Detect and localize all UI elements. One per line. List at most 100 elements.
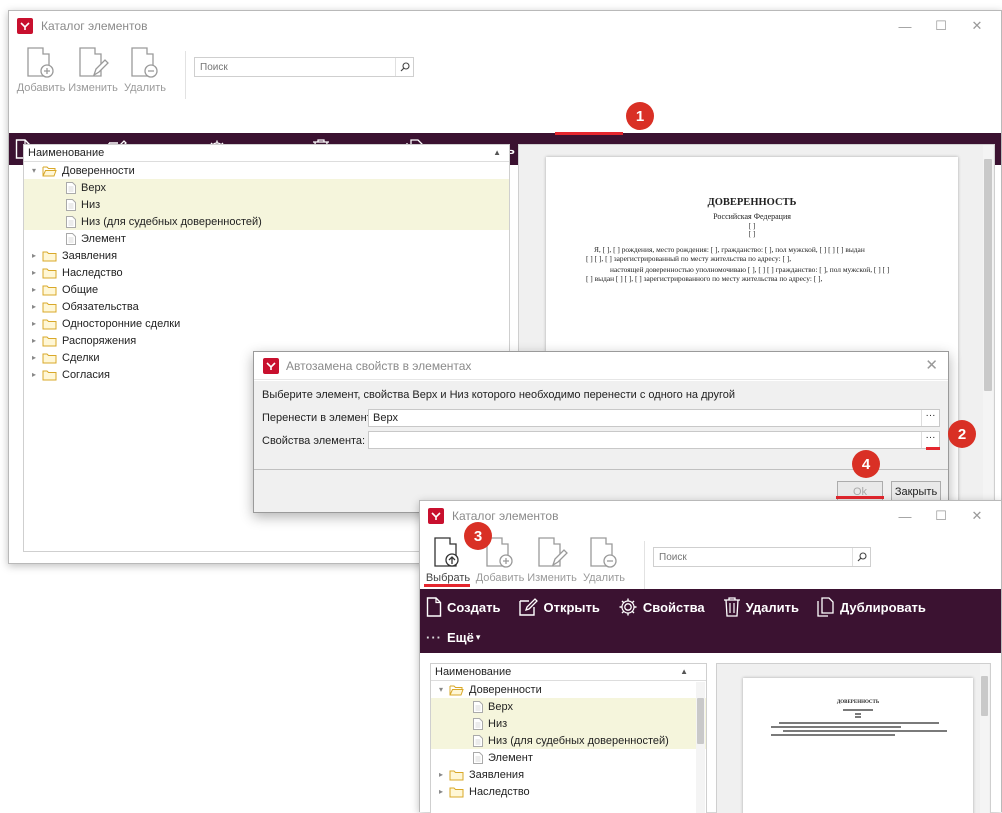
select-search-icon[interactable] (852, 548, 870, 566)
select-tree-item-label: Доверенности (469, 683, 542, 696)
select-doc-icon (434, 537, 459, 567)
preview-scroll-thumb[interactable] (984, 159, 992, 391)
select-create-button[interactable]: Создать (426, 597, 500, 617)
expand-arrow-icon[interactable]: ▸ (28, 285, 40, 294)
folder-icon (449, 769, 464, 781)
tree-item-row[interactable]: ▸ Односторонние сделки (24, 315, 509, 332)
expand-arrow-icon[interactable]: ▸ (28, 353, 40, 362)
collapse-arrow-icon[interactable]: ▾ (435, 685, 447, 694)
select-preview-scroll-thumb[interactable] (981, 676, 988, 716)
document-icon (66, 181, 76, 194)
tree-item-label: Низ (81, 198, 101, 211)
select-duplicate-button[interactable]: Дублировать (817, 597, 926, 617)
select-tree-scroll-thumb[interactable] (697, 698, 704, 744)
select-close-button[interactable]: ✕ (959, 501, 995, 531)
select-sort-arrow-icon: ▲ (680, 667, 688, 676)
select-search-input[interactable] (654, 548, 852, 566)
select-toolbar: Создать Открыть Свойства Удалить Дублиро… (420, 589, 1001, 653)
search-input[interactable] (195, 58, 395, 76)
close-window-button[interactable]: ✕ (959, 11, 995, 41)
tree-item-row[interactable]: ▸ Наследство (24, 264, 509, 281)
select-search-box (653, 547, 871, 567)
select-delete-toolbar-button[interactable]: Удалить (723, 597, 799, 617)
add-label: Добавить (16, 82, 66, 94)
select-open-button[interactable]: Открыть (518, 597, 600, 617)
search-box (194, 57, 414, 77)
dialog-logo-icon (263, 357, 279, 374)
select-tree-item-label: Заявления (469, 768, 525, 781)
tree-item-row[interactable]: Низ (для судебных доверенностей) (24, 213, 509, 230)
delete-ribbon-button[interactable]: Удалить (119, 41, 171, 94)
expand-arrow-icon[interactable]: ▸ (28, 302, 40, 311)
properties-field[interactable]: ··· (368, 431, 940, 449)
select-tree-item-row[interactable]: ▾ Доверенности (431, 681, 706, 698)
folder-icon (42, 352, 57, 364)
edit-button[interactable]: Изменить (67, 41, 119, 94)
select-tree-item-label: Низ (488, 717, 508, 730)
select-tree-item-row[interactable]: Верх (431, 698, 706, 715)
move-to-browse-button[interactable]: ··· (921, 410, 939, 426)
select-tree-item-row[interactable]: Элемент (431, 749, 706, 766)
maximize-button[interactable]: ☐ (923, 11, 959, 41)
select-tree-item-row[interactable]: Низ (для судебных доверенностей) (431, 732, 706, 749)
doc-subtitle: Российская Федерация (713, 212, 791, 221)
tree-item-row[interactable]: ▸ Обязательства (24, 298, 509, 315)
select-preview-scrollbar[interactable] (980, 664, 989, 813)
select-tree-scrollbar[interactable] (696, 682, 705, 813)
document-icon (473, 700, 483, 713)
expand-arrow-icon[interactable]: ▸ (28, 251, 40, 260)
select-tree-item-row[interactable]: ▸ Заявления (431, 766, 706, 783)
tree-item-label: Распоряжения (62, 334, 137, 347)
select-more-button[interactable]: ··· Ещё ▾ (426, 630, 1001, 645)
tree-item-row[interactable]: Элемент (24, 230, 509, 247)
select-window: Каталог элементов — ☐ ✕ Выбрать Добавить… (419, 500, 1002, 813)
select-edit-button[interactable]: Изменить (526, 531, 578, 584)
minimize-button[interactable]: — (887, 11, 923, 41)
dialog-titlebar: Автозамена свойств в элементах ✕ (254, 352, 948, 380)
expand-arrow-icon[interactable]: ▸ (28, 268, 40, 277)
document-icon (473, 734, 483, 747)
expand-arrow-icon[interactable]: ▸ (28, 370, 40, 379)
select-preview-panel: ДОВЕРЕННОСТЬ (716, 663, 991, 813)
select-minimize-button[interactable]: — (887, 501, 923, 531)
expand-arrow-icon[interactable]: ▸ (435, 787, 447, 796)
expand-arrow-icon[interactable]: ▸ (28, 319, 40, 328)
select-tree-column-header[interactable]: Наименование ▲ (431, 664, 706, 681)
dialog-close-icon[interactable]: ✕ (925, 356, 938, 374)
tree-item-row[interactable]: ▸ Заявления (24, 247, 509, 264)
folder-icon (42, 369, 57, 381)
doc-para1-line1: Я, [ ], [ ] рождения, место рождения: [ … (594, 245, 865, 254)
step-badge-1: 1 (626, 102, 654, 130)
select-tree-panel: Наименование ▲ ▾ Доверенности Верх Низ Низ (… (430, 663, 707, 813)
tree-item-row[interactable]: ▸ Общие (24, 281, 509, 298)
tree-column-header[interactable]: Наименование ▲ (24, 145, 509, 162)
select-gear-icon (619, 598, 637, 616)
tree-item-label: Элемент (81, 232, 126, 245)
doc-bracket-2: [ ] (748, 230, 756, 238)
tree-item-label: Низ (для судебных доверенностей) (81, 215, 262, 228)
tree-item-label: Верх (81, 181, 106, 194)
select-delete-icon (590, 537, 617, 568)
tree-item-row[interactable]: Верх (24, 179, 509, 196)
tree-item-row[interactable]: Низ (24, 196, 509, 213)
more-highlight (555, 132, 623, 135)
add-button[interactable]: Добавить (15, 41, 67, 94)
expand-arrow-icon[interactable]: ▸ (435, 770, 447, 779)
collapse-arrow-icon[interactable]: ▾ (28, 166, 40, 175)
properties-browse-button[interactable]: ··· (921, 432, 939, 448)
select-tree-item-label: Элемент (488, 751, 533, 764)
preview-scrollbar[interactable] (983, 145, 993, 551)
move-to-field[interactable]: Верх ··· (368, 409, 940, 427)
search-icon[interactable] (395, 58, 413, 76)
tree-item-row[interactable]: ▸ Распоряжения (24, 332, 509, 349)
add-doc-icon (27, 47, 54, 78)
step-badge-3: 3 (464, 522, 492, 550)
select-maximize-button[interactable]: ☐ (923, 501, 959, 531)
select-properties-button[interactable]: Свойства (618, 597, 705, 617)
expand-arrow-icon[interactable]: ▸ (28, 336, 40, 345)
tree-item-row[interactable]: ▾ Доверенности (24, 162, 509, 179)
select-tree-item-row[interactable]: Низ (431, 715, 706, 732)
select-delete-button[interactable]: Удалить (578, 531, 630, 584)
select-titlebar: Каталог элементов — ☐ ✕ (420, 501, 1001, 531)
select-tree-item-row[interactable]: ▸ Наследство (431, 783, 706, 800)
